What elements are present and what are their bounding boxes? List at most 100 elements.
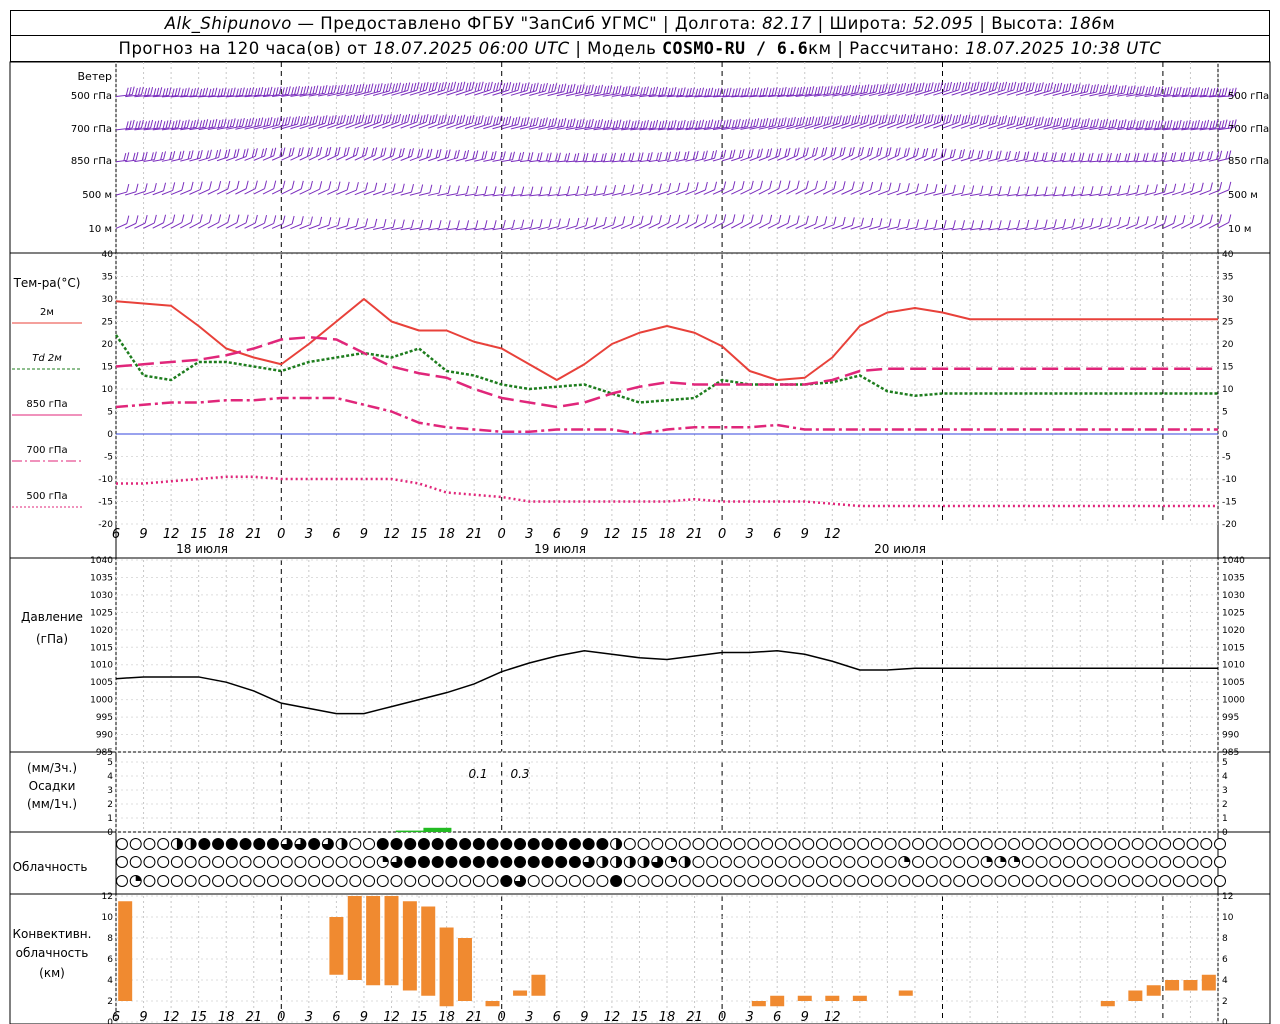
wind-barb-feather — [367, 114, 371, 124]
wind-barb-feather — [144, 183, 148, 192]
wind-barb-feather — [1170, 152, 1174, 162]
precip-y-tick-label-right: 4 — [1222, 772, 1228, 782]
cloud-cover-symbol — [829, 856, 842, 868]
cloud-cover-symbol — [376, 875, 389, 887]
wind-barb-feather — [404, 114, 408, 123]
convective-cloud-bar — [421, 906, 436, 996]
wind-barb-feather — [603, 152, 607, 162]
wind-barb-feather — [934, 148, 938, 157]
convective-cloud-bar — [531, 974, 546, 996]
wind-barb-feather — [649, 183, 653, 193]
cloud-cover-symbol — [747, 838, 760, 850]
wind-barb — [666, 222, 679, 229]
wind-barb-feather — [971, 185, 975, 194]
wind-barb-feather — [603, 86, 607, 95]
wind-barb-feather — [734, 119, 738, 128]
wind-barb-feather — [434, 114, 438, 123]
wind-barb-feather — [830, 147, 834, 156]
wind-barb-feather — [238, 87, 242, 97]
cloud-cover-symbol — [1117, 875, 1130, 887]
wind-barb-feather — [1164, 215, 1168, 224]
convective-cloud-bar — [1146, 985, 1161, 996]
wind-barb-feather — [395, 114, 399, 123]
hour-tick-label: 12 — [383, 1010, 400, 1024]
wind-barb-feather — [1145, 184, 1149, 193]
convective-cloud-bar — [513, 990, 528, 996]
wind-barb-feather — [270, 148, 274, 157]
wind-barb-feather — [591, 153, 595, 162]
wind-barb-feather — [456, 185, 460, 194]
wind-barb — [290, 188, 302, 195]
wind-barb-feather — [371, 148, 375, 157]
wind-barb — [804, 154, 816, 161]
wind-barb-feather — [264, 180, 268, 189]
conv-y-tick-label: 6 — [107, 955, 113, 965]
cloud-cover-symbol — [912, 856, 925, 868]
wind-barb-feather — [186, 119, 190, 128]
wind-barb — [813, 123, 831, 130]
wind-barb-feather — [336, 115, 340, 125]
wind-barb-feather — [214, 118, 218, 128]
hour-tick-label: 21 — [466, 1010, 483, 1024]
wind-barb-feather — [1044, 186, 1048, 195]
wind-barb-feather — [236, 148, 240, 157]
wind-barb — [896, 121, 913, 129]
wind-barb-feather — [590, 84, 594, 93]
wind-barb-feather — [257, 87, 261, 96]
wind-barb-feather — [1031, 82, 1035, 91]
wind-barb-feather — [817, 116, 821, 125]
cloud-cover-symbol — [555, 875, 568, 887]
wind-barb-feather — [282, 147, 286, 156]
hour-tick-label: 15 — [411, 527, 428, 542]
wind-barb-feather — [796, 117, 800, 127]
temp-y-tick-label-right: 5 — [1222, 408, 1228, 418]
wind-barb-feather — [374, 182, 378, 191]
wind-barb-feather — [1080, 119, 1084, 128]
cloud-cover-symbol — [198, 838, 211, 850]
cloud-cover-symbol — [802, 856, 815, 868]
cloud-cover-symbol — [857, 875, 870, 887]
pressure-y-tick-label: 1030 — [90, 591, 113, 601]
wind-barb-feather — [1179, 152, 1183, 161]
wind-barb-feather — [1166, 120, 1170, 129]
cloud-cover-symbol — [417, 838, 430, 850]
hour-tick-label: 21 — [245, 1010, 262, 1024]
wind-barb-feather — [762, 118, 766, 127]
wind-level-label-right: 850 гПа — [1228, 156, 1269, 167]
wind-barb — [988, 89, 1005, 96]
wind-barb-feather — [851, 85, 855, 94]
wind-barb — [473, 89, 491, 96]
cloud-cover-symbol — [665, 875, 677, 887]
wind-barb-feather — [521, 219, 525, 228]
wind-barb-feather — [909, 114, 913, 123]
wind-barb — [400, 89, 418, 96]
wind-barb-feather — [683, 151, 687, 161]
wind-barb-feather — [1173, 215, 1177, 224]
precip-y-tick-label: 4 — [107, 772, 113, 782]
hour-tick-label: 0 — [498, 527, 506, 542]
wind-barb-feather — [1141, 119, 1145, 128]
temp-y-tick-label-right: 0 — [1222, 430, 1228, 440]
wind-barb-feather — [701, 87, 705, 96]
wind-barb-feather — [971, 220, 975, 229]
wind-barb-feather — [502, 117, 506, 126]
wind-barb-feather — [750, 180, 754, 190]
cloud-cover-symbol — [129, 856, 142, 868]
wind-barb-feather — [1047, 83, 1051, 92]
wind-barb-feather — [631, 215, 635, 225]
conv-y-tick-label-right: 10 — [1222, 913, 1234, 923]
wind-barb-feather — [943, 115, 947, 124]
wind-barb-feather — [564, 153, 568, 162]
wind-barb-feather — [585, 217, 589, 226]
wind-barb-feather — [514, 82, 518, 91]
wind-barb-feather — [1124, 153, 1128, 162]
cloud-cover-symbol — [527, 875, 540, 887]
cloud-cover-symbol — [1172, 875, 1185, 887]
cloud-cover-symbol — [843, 838, 856, 850]
wind-barb-feather — [466, 220, 470, 229]
cloud-cover-symbol — [815, 838, 828, 850]
wind-barb-feather — [814, 117, 818, 126]
wind-barb — [437, 157, 449, 162]
wind-barb — [786, 188, 798, 195]
wind-barb-feather — [842, 216, 846, 226]
